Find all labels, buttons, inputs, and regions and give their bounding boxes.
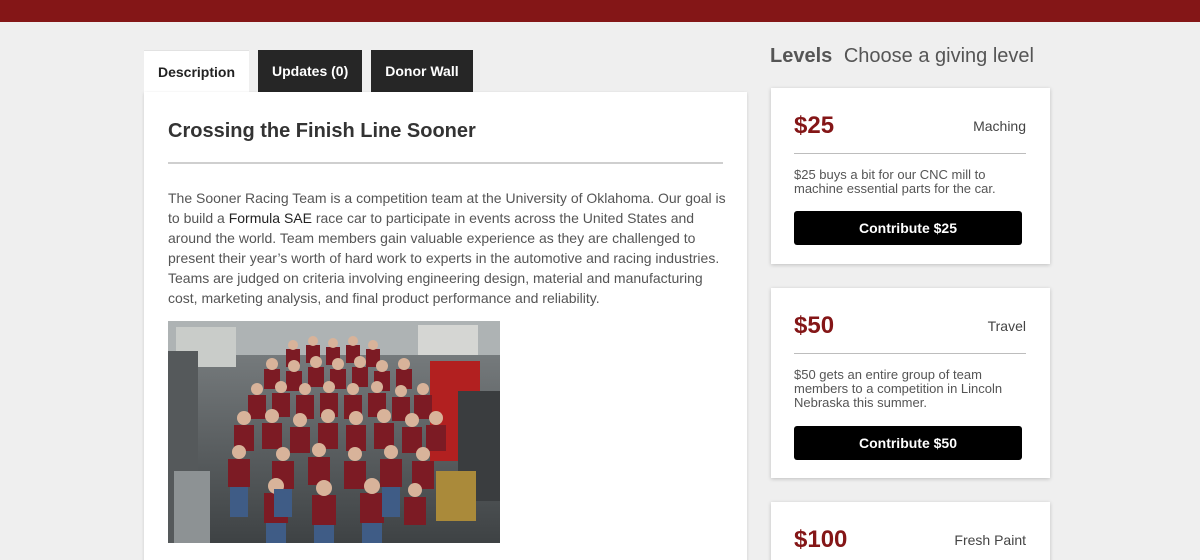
level-amount: $25 (794, 112, 835, 139)
team-photo (168, 321, 500, 543)
project-title: Crossing the Finish Line Sooner (168, 120, 476, 142)
level-description: $25 buys a bit for our CNC mill to machi… (794, 167, 996, 196)
tab-description[interactable]: Description (144, 50, 250, 92)
level-divider (794, 353, 1026, 354)
levels-title: Levels (770, 45, 833, 67)
description-panel: Crossing the Finish Line Sooner The Soon… (144, 92, 747, 560)
tab-bar: Description Updates (0) Donor Wall (144, 50, 473, 92)
level-card-50: $50 Travel $50 gets an entire group of t… (771, 288, 1050, 478)
tab-updates[interactable]: Updates (0) (258, 50, 363, 92)
project-description: The Sooner Racing Team is a competition … (168, 188, 728, 308)
level-card-25: $25 Maching $25 buys a bit for our CNC m… (771, 88, 1050, 264)
level-card-100: $100 Fresh Paint (771, 502, 1050, 560)
level-amount: $50 (794, 312, 835, 339)
contribute-25-button[interactable]: Contribute $25 (794, 211, 1022, 245)
levels-subtitle: Choose a giving level (843, 45, 1034, 67)
levels-heading: Levels Choose a giving level (770, 45, 1034, 68)
tab-donor-wall[interactable]: Donor Wall (371, 50, 473, 92)
contribute-50-button[interactable]: Contribute $50 (794, 426, 1022, 460)
level-divider (794, 153, 1026, 154)
level-name: Fresh Paint (954, 532, 1026, 548)
top-brand-bar (0, 0, 1200, 22)
title-divider (168, 162, 723, 164)
level-description: $50 gets an entire group of team members… (794, 367, 1003, 410)
level-name: Travel (987, 318, 1026, 334)
level-amount: $100 (794, 526, 848, 553)
formula-sae-link[interactable]: Formula SAE (229, 210, 312, 226)
level-name: Maching (973, 118, 1026, 134)
